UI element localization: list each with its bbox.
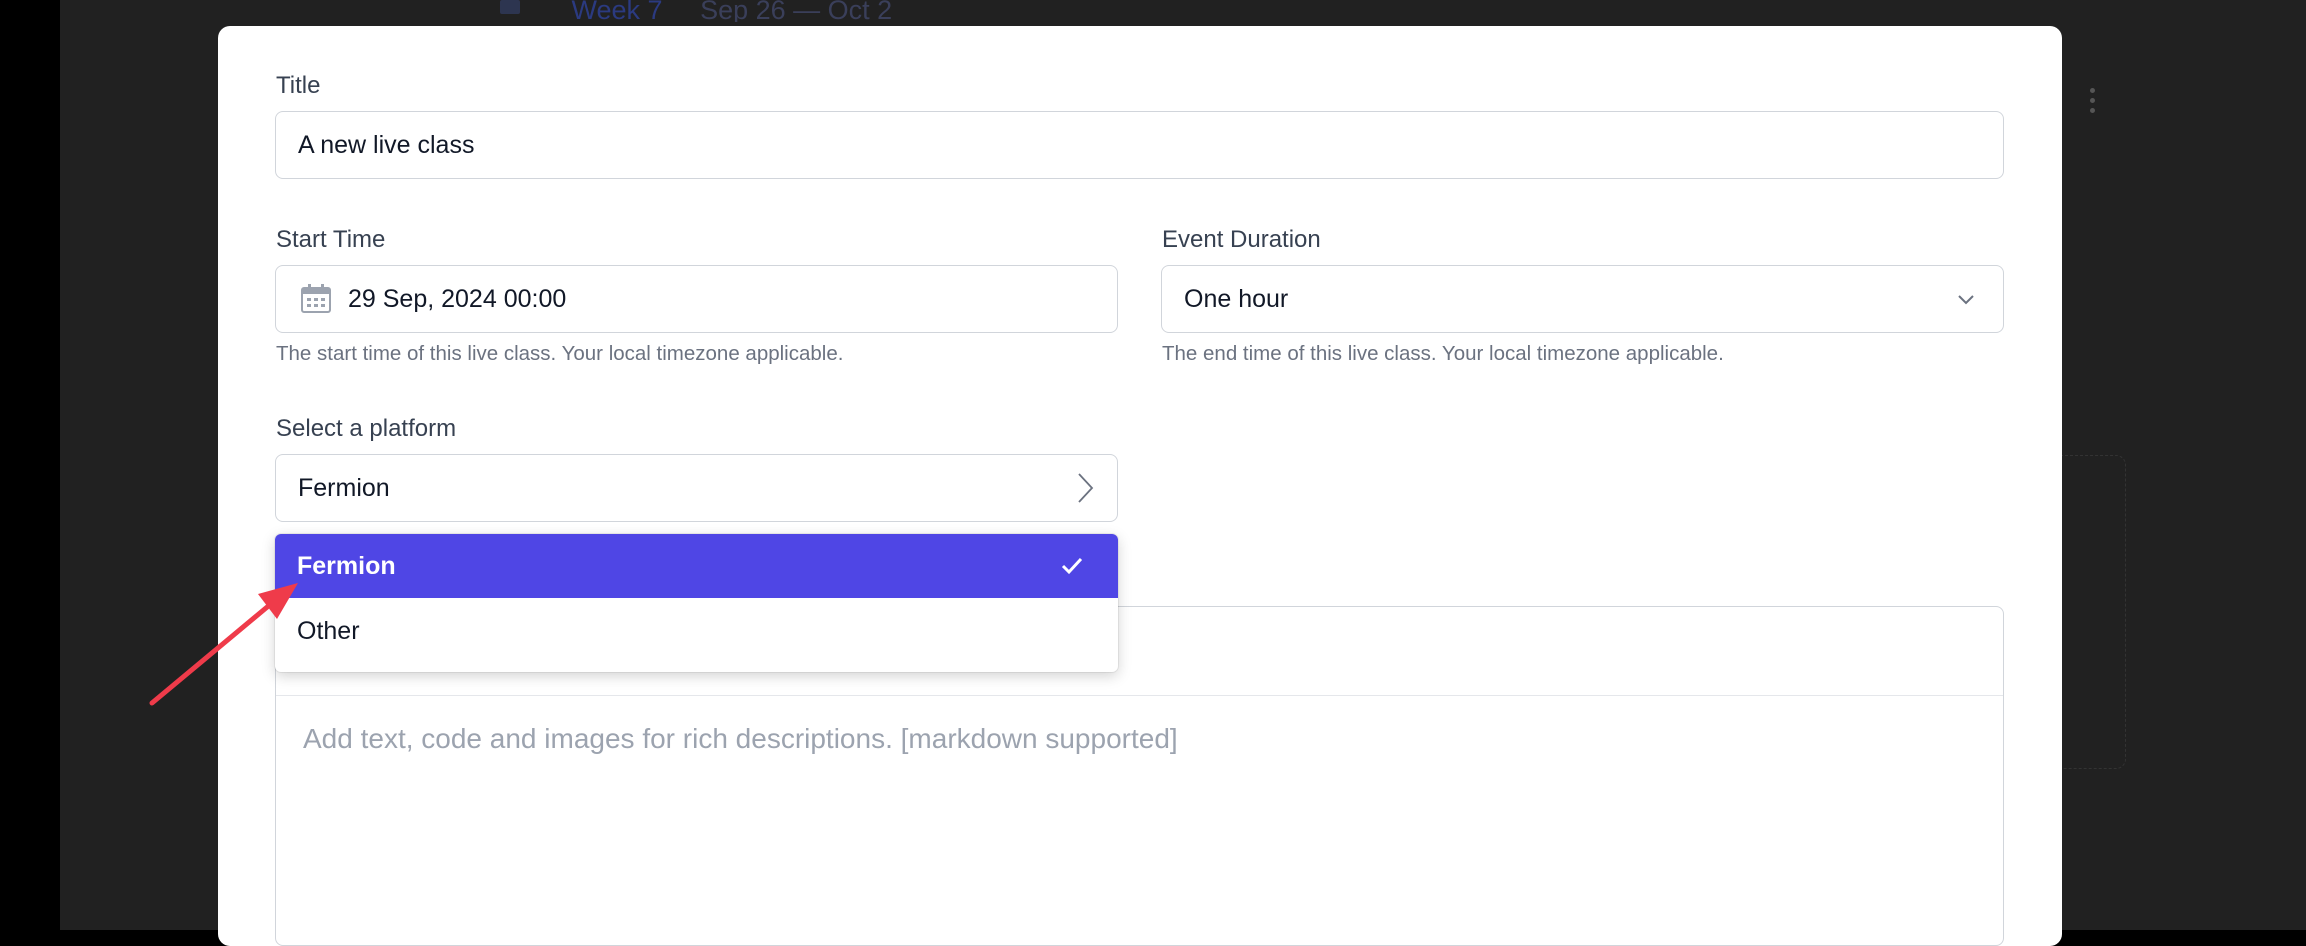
start-time-value: 29 Sep, 2024 00:00 (348, 284, 567, 313)
platform-select[interactable]: Fermion (275, 454, 1118, 522)
event-duration-label: Event Duration (1162, 226, 1321, 253)
start-time-help: The start time of this live class. Your … (276, 342, 844, 365)
week-label: Week 7 (571, 0, 663, 22)
title-input-value: A new live class (298, 130, 475, 159)
calendar-icon (301, 284, 331, 313)
check-icon (1061, 557, 1083, 575)
event-duration-select[interactable]: One hour (1161, 265, 2004, 333)
background-week-header: Week 7 Sep 26 — Oct 2 (500, 0, 892, 22)
chevron-right-icon (1078, 473, 1094, 503)
platform-option-label: Fermion (297, 551, 396, 580)
platform-value: Fermion (298, 473, 390, 502)
platform-dropdown: Fermion Other (275, 534, 1118, 672)
event-duration-help: The end time of this live class. Your lo… (1162, 342, 1724, 365)
platform-label: Select a platform (276, 415, 457, 442)
description-placeholder: Add text, code and images for rich descr… (303, 723, 1178, 754)
background-card-outline (2060, 455, 2126, 769)
platform-option-other[interactable]: Other (275, 599, 1118, 663)
platform-option-fermion[interactable]: Fermion (275, 534, 1118, 598)
platform-option-label: Other (297, 616, 360, 645)
chevron-down-icon (1958, 295, 1974, 305)
title-label: Title (276, 72, 321, 99)
calendar-icon (500, 0, 520, 14)
title-input[interactable]: A new live class (275, 111, 2004, 179)
start-time-input[interactable]: 29 Sep, 2024 00:00 (275, 265, 1118, 333)
week-range: Sep 26 — Oct 2 (700, 0, 893, 22)
more-options-icon (2090, 88, 2096, 116)
event-duration-value: One hour (1184, 284, 1289, 313)
start-time-label: Start Time (276, 226, 386, 253)
